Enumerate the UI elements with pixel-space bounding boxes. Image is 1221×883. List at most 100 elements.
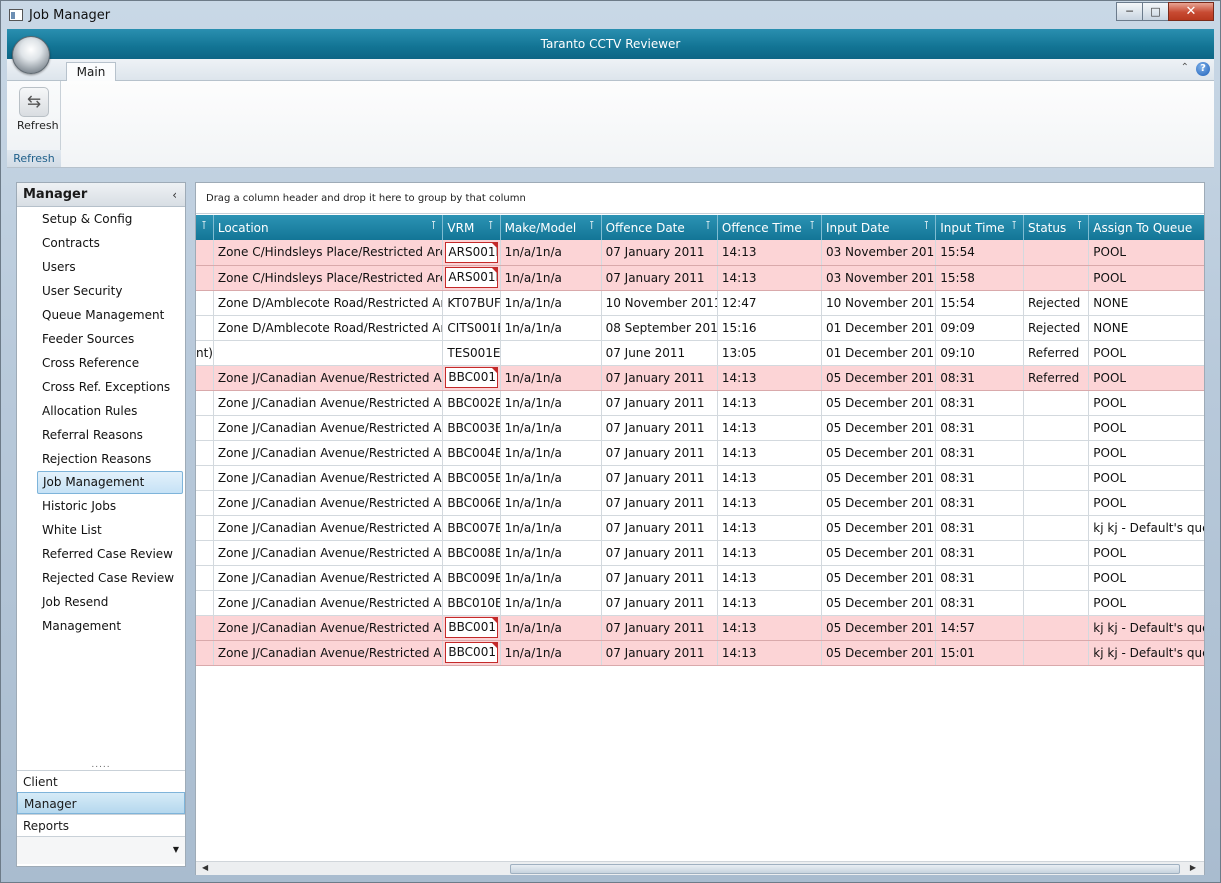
table-row[interactable]: Zone J/Canadian Avenue/Restricted Area BB… [196,415,1204,441]
input-date-cell[interactable]: 05 December 2011 [821,540,937,566]
location-cell[interactable]: Zone J/Canadian Avenue/Restricted Area [213,565,444,591]
offence-date-cell[interactable]: 07 January 2011 [601,465,718,491]
table-row[interactable]: Zone C/Hindsleys Place/Restricted Area AR… [196,265,1204,291]
table-row[interactable]: Zone J/Canadian Avenue/Restricted Area BB… [196,365,1204,391]
queue-cell[interactable]: POOL [1088,590,1204,616]
offence-time-cell[interactable]: 15:16 [717,315,822,341]
nav-section-client[interactable]: Client [17,770,185,792]
offence-time-cell[interactable]: 14:13 [717,540,822,566]
input-time-cell[interactable]: 08:31 [935,540,1024,566]
ribbon-collapse-icon[interactable]: ⌃ [1181,62,1189,73]
offence-date-cell[interactable]: 07 January 2011 [601,640,718,666]
status-cell[interactable] [1023,265,1090,291]
row-indicator-cell[interactable] [196,540,214,566]
offence-date-cell[interactable]: 07 January 2011 [601,490,718,516]
input-date-cell[interactable]: 05 December 2011 [821,490,937,516]
vrm-cell[interactable]: BBC002E [442,390,501,416]
offence-time-cell[interactable]: 14:13 [717,465,822,491]
vrm-validation-box[interactable]: ARS001E [445,241,498,263]
table-row[interactable]: Zone J/Canadian Avenue/Restricted Area BB… [196,440,1204,466]
input-time-cell[interactable]: 15:54 [935,240,1024,266]
queue-cell[interactable]: POOL [1088,365,1204,391]
column-header-location[interactable]: Location ⊺ [213,215,444,240]
vrm-cell[interactable]: BBC008E [442,540,501,566]
nav-item-users[interactable]: Users [17,255,185,279]
vrm-cell[interactable]: BBC005E [442,465,501,491]
input-date-cell[interactable]: 05 December 2011 [821,640,937,666]
input-time-cell[interactable]: 08:31 [935,490,1024,516]
horizontal-scrollbar[interactable]: ◀ ▶ [196,861,1204,875]
queue-cell[interactable]: POOL [1088,265,1204,291]
queue-cell[interactable]: POOL [1088,240,1204,266]
table-row[interactable]: Zone J/Canadian Avenue/Restricted Area BB… [196,540,1204,566]
scroll-left-icon[interactable]: ◀ [202,863,208,872]
scrollbar-thumb[interactable] [510,864,1180,874]
queue-cell[interactable]: NONE [1088,290,1204,316]
input-time-cell[interactable]: 09:10 [935,340,1024,366]
offence-time-cell[interactable]: 14:13 [717,515,822,541]
nav-item-cross-ref-exceptions[interactable]: Cross Ref. Exceptions [17,375,185,399]
queue-cell[interactable]: POOL [1088,415,1204,441]
nav-item-historic-jobs[interactable]: Historic Jobs [17,494,185,518]
make-model-cell[interactable]: 1n/a/1n/a [500,240,602,266]
status-cell[interactable] [1023,465,1090,491]
nav-overflow-button[interactable]: ▼ [17,836,185,864]
location-cell[interactable]: Zone D/Amblecote Road/Restricted Area [213,290,444,316]
input-date-cell[interactable]: 05 December 2011 [821,390,937,416]
make-model-cell[interactable]: 1n/a/1n/a [500,615,602,641]
table-row[interactable]: Zone D/Amblecote Road/Restricted Area CIT… [196,315,1204,341]
row-indicator-cell[interactable] [196,640,214,666]
group-by-panel[interactable]: Drag a column header and drop it here to… [196,183,1204,214]
input-date-cell[interactable]: 05 December 2011 [821,615,937,641]
row-indicator-cell[interactable] [196,590,214,616]
offence-time-cell[interactable]: 14:13 [717,390,822,416]
input-date-cell[interactable]: 10 November 2011 [821,290,937,316]
offence-date-cell[interactable]: 07 January 2011 [601,590,718,616]
input-date-cell[interactable]: 05 December 2011 [821,515,937,541]
queue-cell[interactable]: POOL [1088,490,1204,516]
offence-date-cell[interactable]: 10 November 2011 [601,290,718,316]
input-time-cell[interactable]: 08:31 [935,440,1024,466]
vrm-cell[interactable]: ARS001E [442,240,501,266]
row-indicator-cell[interactable] [196,415,214,441]
column-header-status[interactable]: Status ⊺ [1023,215,1090,240]
chevron-left-icon[interactable]: ‹ [172,183,177,207]
make-model-cell[interactable]: 1n/a/1n/a [500,565,602,591]
input-date-cell[interactable]: 05 December 2011 [821,415,937,441]
location-cell[interactable]: Zone C/Hindsleys Place/Restricted Area [213,240,444,266]
location-cell[interactable]: Zone J/Canadian Avenue/Restricted Area [213,640,444,666]
nav-item-rejection-reasons[interactable]: Rejection Reasons [17,447,185,471]
offence-date-cell[interactable]: 07 January 2011 [601,240,718,266]
status-cell[interactable] [1023,240,1090,266]
input-time-cell[interactable]: 14:57 [935,615,1024,641]
make-model-cell[interactable]: 1n/a/1n/a [500,290,602,316]
nav-item-contracts[interactable]: Contracts [17,231,185,255]
make-model-cell[interactable]: 1n/a/1n/a [500,390,602,416]
offence-date-cell[interactable]: 07 January 2011 [601,440,718,466]
vrm-cell[interactable]: BBC007E [442,515,501,541]
status-cell[interactable] [1023,590,1090,616]
row-indicator-cell[interactable] [196,440,214,466]
close-button[interactable]: ✕ [1168,2,1214,21]
status-cell[interactable] [1023,640,1090,666]
nav-item-allocation-rules[interactable]: Allocation Rules [17,399,185,423]
offence-date-cell[interactable]: 07 January 2011 [601,415,718,441]
column-header-offence-date[interactable]: Offence Date ⊺ [601,215,718,240]
filter-icon[interactable]: ⊺ [201,219,207,232]
table-row[interactable]: Zone C/Hindsleys Place/Restricted Area AR… [196,240,1204,266]
location-cell[interactable]: Zone J/Canadian Avenue/Restricted Area [213,490,444,516]
vrm-cell[interactable]: TES001E [442,340,501,366]
vrm-cell[interactable]: ARS001E [442,265,501,291]
filter-icon[interactable]: ⊺ [488,219,494,232]
input-time-cell[interactable]: 08:31 [935,565,1024,591]
make-model-cell[interactable]: 1n/a/1n/a [500,265,602,291]
input-time-cell[interactable]: 08:31 [935,590,1024,616]
maximize-button[interactable]: □ [1142,2,1169,21]
row-indicator-cell[interactable] [196,565,214,591]
queue-cell[interactable]: kj kj - Default's queue [1088,640,1204,666]
queue-cell[interactable]: POOL [1088,540,1204,566]
row-indicator-cell[interactable] [196,465,214,491]
vrm-cell[interactable]: BBC001E [442,615,501,641]
column-header-input-date[interactable]: Input Date ⊺ [821,215,937,240]
table-row[interactable]: Zone J/Canadian Avenue/Restricted Area BB… [196,615,1204,641]
